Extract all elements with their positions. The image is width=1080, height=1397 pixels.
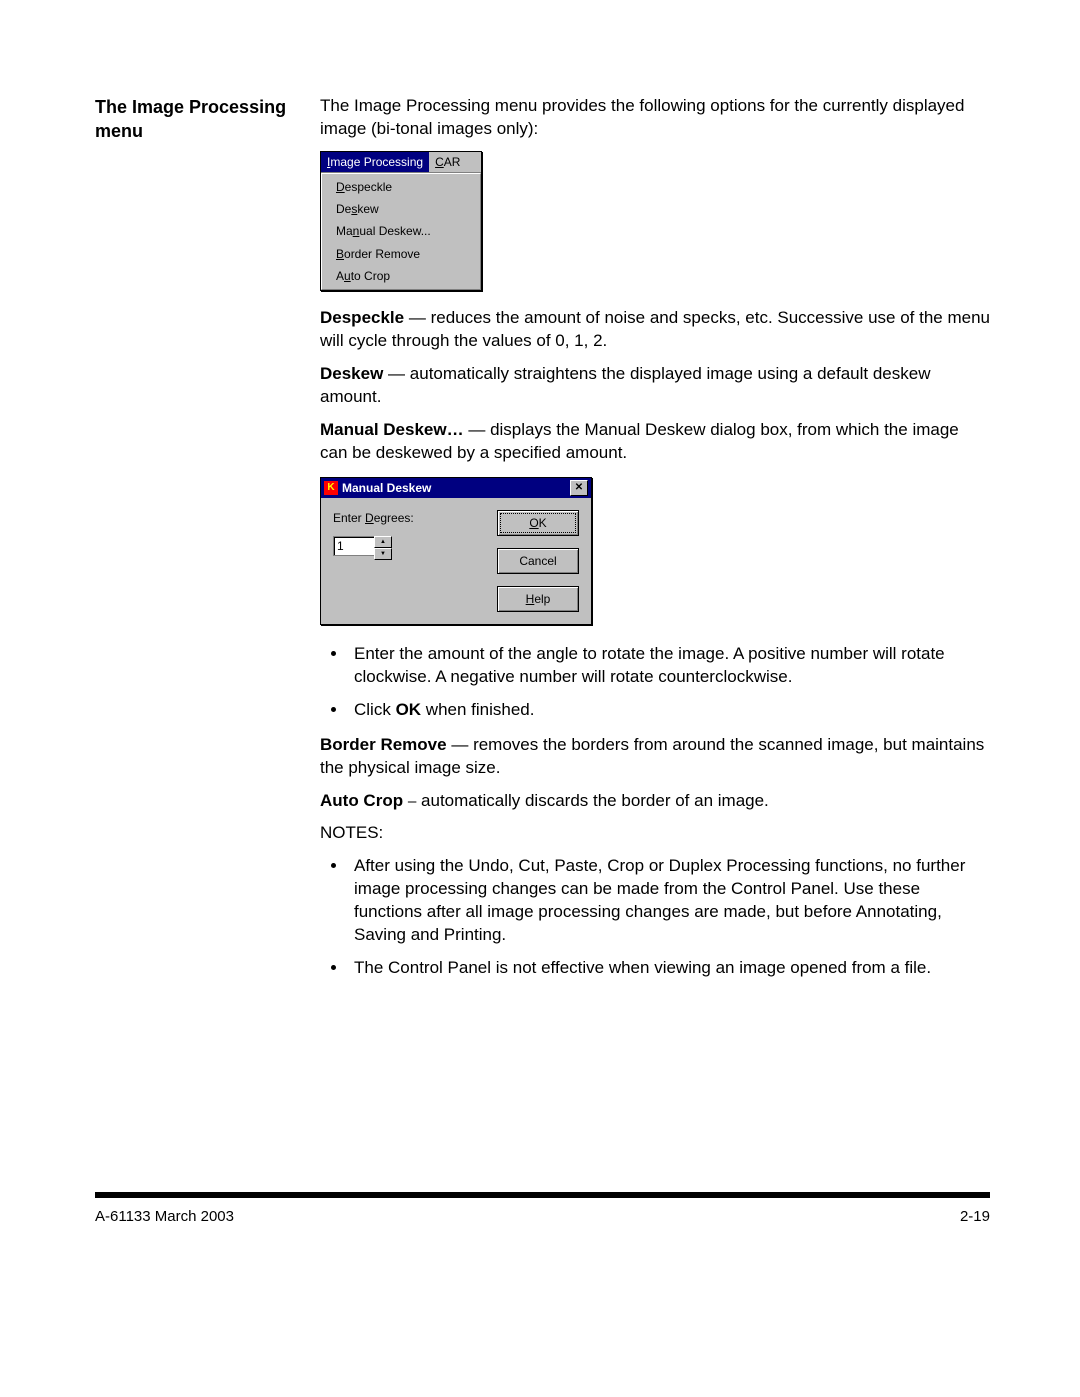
instruction-list: Enter the amount of the angle to rotate …	[320, 643, 990, 722]
spinner-down-icon[interactable]: ▼	[374, 548, 392, 560]
auto-crop-desc: Auto Crop ⎯ automatically discards the b…	[320, 790, 990, 813]
dialog-titlebar: K Manual Deskew ✕	[321, 478, 591, 498]
footer-right: 2-19	[960, 1208, 990, 1225]
border-remove-desc: Border Remove — removes the borders from…	[320, 734, 990, 780]
menu-bar-car[interactable]: CAR	[429, 152, 466, 172]
deskew-label: Deskew	[320, 364, 383, 383]
menu-dropdown: Despeckle Deskew Manual Deskew... Border…	[321, 173, 481, 290]
dialog-title: Manual Deskew	[342, 480, 570, 496]
despeckle-desc: Despeckle — reduces the amount of noise …	[320, 307, 990, 353]
manual-deskew-desc: Manual Deskew… — displays the Manual Des…	[320, 419, 990, 465]
ok-button[interactable]: OK	[497, 510, 579, 536]
list-item: After using the Undo, Cut, Paste, Crop o…	[348, 855, 990, 947]
close-icon[interactable]: ✕	[570, 480, 588, 496]
list-item: Click OK when finished.	[348, 699, 990, 722]
degrees-label: Enter Degrees:	[333, 510, 479, 526]
footer-left: A-61133 March 2003	[95, 1208, 234, 1225]
menu-item-manual-deskew[interactable]: Manual Deskew...	[322, 220, 480, 242]
help-button[interactable]: Help	[497, 586, 579, 612]
degrees-spinner[interactable]: 1 ▲ ▼	[333, 536, 479, 560]
page-footer: A-61133 March 2003 2-19	[95, 1192, 990, 1225]
menu-item-auto-crop[interactable]: Auto Crop	[322, 265, 480, 287]
menu-bar-image-processing[interactable]: Image Processing	[321, 152, 429, 172]
notes-list: After using the Undo, Cut, Paste, Crop o…	[320, 855, 990, 980]
auto-crop-label: Auto Crop	[320, 791, 403, 810]
despeckle-label: Despeckle	[320, 308, 404, 327]
section-heading: The Image Processing menu	[95, 95, 290, 144]
cancel-button[interactable]: Cancel	[497, 548, 579, 574]
app-icon: K	[324, 481, 338, 495]
intro-text: The Image Processing menu provides the f…	[320, 95, 990, 141]
degrees-input[interactable]: 1	[333, 536, 374, 556]
list-item: Enter the amount of the angle to rotate …	[348, 643, 990, 689]
menu-item-despeckle[interactable]: Despeckle	[322, 176, 480, 198]
menu-item-deskew[interactable]: Deskew	[322, 198, 480, 220]
spinner-up-icon[interactable]: ▲	[374, 536, 392, 548]
deskew-desc: Deskew — automatically straightens the d…	[320, 363, 990, 409]
manual-deskew-dialog: K Manual Deskew ✕ Enter Degrees: 1 ▲ ▼	[320, 477, 592, 625]
image-processing-menu: Image Processing CAR Despeckle Deskew Ma…	[320, 151, 482, 291]
menu-item-border-remove[interactable]: Border Remove	[322, 243, 480, 265]
notes-heading: NOTES:	[320, 822, 990, 845]
border-remove-label: Border Remove	[320, 735, 447, 754]
manual-deskew-label: Manual Deskew…	[320, 420, 464, 439]
list-item: The Control Panel is not effective when …	[348, 957, 990, 980]
